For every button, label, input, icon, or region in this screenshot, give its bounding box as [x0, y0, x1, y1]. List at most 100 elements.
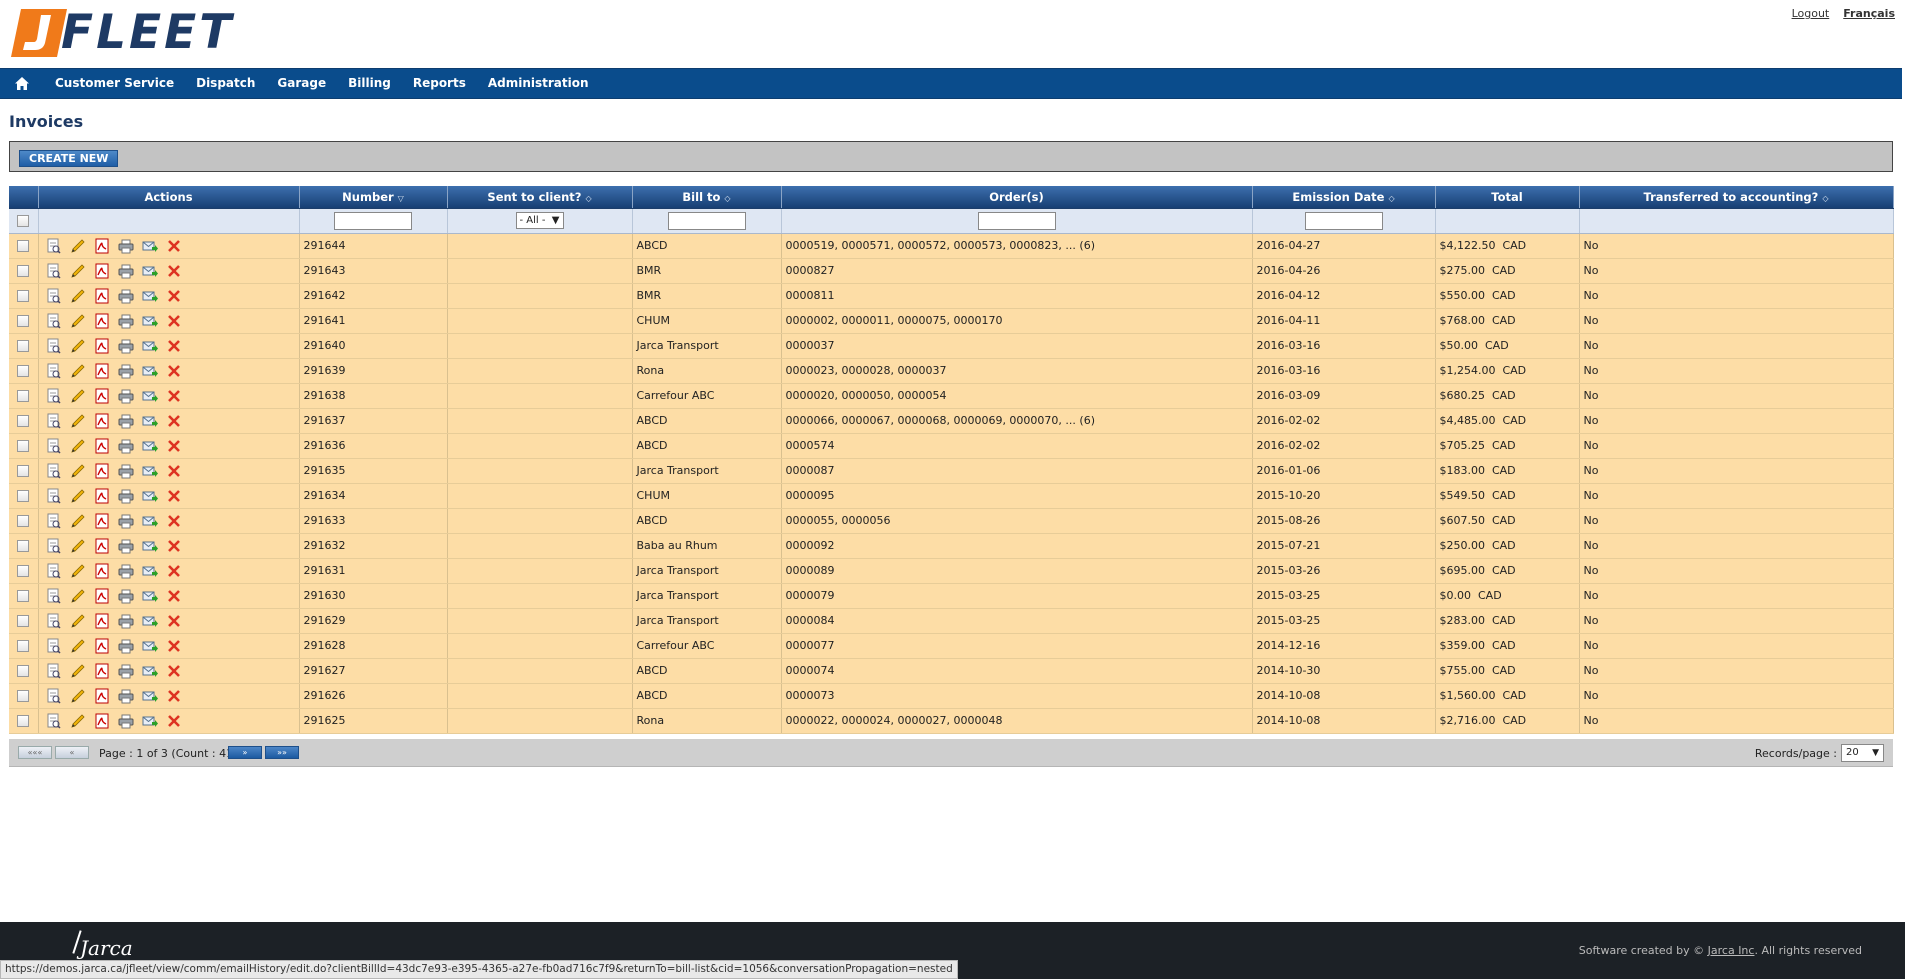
nav-customer-service[interactable]: Customer Service — [44, 69, 185, 98]
view-icon[interactable] — [45, 311, 64, 330]
table-row[interactable]: 291626 ABCD 0000073 2014-10-08 $1,560.00… — [9, 683, 1894, 709]
print-icon[interactable] — [117, 436, 136, 455]
print-icon[interactable] — [117, 336, 136, 355]
delete-icon[interactable] — [165, 286, 184, 305]
jfleet-logo[interactable]: FLEET — [11, 9, 234, 57]
view-icon[interactable] — [45, 536, 64, 555]
view-icon[interactable] — [45, 661, 64, 680]
date-filter-input[interactable] — [1304, 211, 1383, 230]
view-icon[interactable] — [45, 486, 64, 505]
edit-pencil-icon[interactable] — [69, 636, 88, 655]
table-row[interactable]: 291644 ABCD 0000519, 0000571, 0000572, 0… — [9, 233, 1894, 259]
table-row[interactable]: 291634 CHUM 0000095 2015-10-20 $549.50 C… — [9, 483, 1894, 509]
table-row[interactable]: 291640 Jarca Transport 0000037 2016-03-1… — [9, 333, 1894, 359]
pdf-icon[interactable] — [93, 336, 112, 355]
view-icon[interactable] — [45, 236, 64, 255]
table-row[interactable]: 291631 Jarca Transport 0000089 2015-03-2… — [9, 558, 1894, 584]
row-checkbox[interactable] — [17, 265, 30, 277]
row-checkbox[interactable] — [17, 690, 30, 702]
edit-pencil-icon[interactable] — [69, 436, 88, 455]
print-icon[interactable] — [117, 661, 136, 680]
email-send-icon[interactable] — [141, 311, 160, 330]
email-send-icon[interactable] — [141, 561, 160, 580]
pdf-icon[interactable] — [93, 661, 112, 680]
pdf-icon[interactable] — [93, 361, 112, 380]
view-icon[interactable] — [45, 511, 64, 530]
email-send-icon[interactable] — [141, 436, 160, 455]
email-send-icon[interactable] — [141, 386, 160, 405]
table-row[interactable]: 291632 Baba au Rhum 0000092 2015-07-21 $… — [9, 533, 1894, 559]
edit-pencil-icon[interactable] — [69, 586, 88, 605]
delete-icon[interactable] — [165, 486, 184, 505]
edit-pencil-icon[interactable] — [69, 361, 88, 380]
pdf-icon[interactable] — [93, 311, 112, 330]
pdf-icon[interactable] — [93, 636, 112, 655]
table-row[interactable]: 291627 ABCD 0000074 2014-10-30 $755.00 C… — [9, 658, 1894, 684]
view-icon[interactable] — [45, 261, 64, 280]
delete-icon[interactable] — [165, 386, 184, 405]
create-new-button[interactable]: CREATE NEW — [19, 150, 119, 167]
email-send-icon[interactable] — [141, 236, 160, 255]
pdf-icon[interactable] — [93, 561, 112, 580]
pdf-icon[interactable] — [93, 711, 112, 730]
view-icon[interactable] — [45, 286, 64, 305]
header-transferred[interactable]: Transferred to accounting? ◇ — [1579, 186, 1894, 209]
row-checkbox[interactable] — [17, 290, 30, 302]
print-icon[interactable] — [117, 311, 136, 330]
header-emission-date[interactable]: Emission Date ◇ — [1252, 186, 1436, 209]
delete-icon[interactable] — [165, 711, 184, 730]
header-sent-to-client[interactable]: Sent to client? ◇ — [447, 186, 633, 209]
print-icon[interactable] — [117, 361, 136, 380]
print-icon[interactable] — [117, 386, 136, 405]
table-row[interactable]: 291635 Jarca Transport 0000087 2016-01-0… — [9, 458, 1894, 484]
edit-pencil-icon[interactable] — [69, 411, 88, 430]
row-checkbox[interactable] — [17, 540, 30, 552]
print-icon[interactable] — [117, 686, 136, 705]
row-checkbox[interactable] — [17, 515, 30, 527]
delete-icon[interactable] — [165, 461, 184, 480]
pdf-icon[interactable] — [93, 486, 112, 505]
row-checkbox[interactable] — [17, 465, 30, 477]
edit-pencil-icon[interactable] — [69, 236, 88, 255]
edit-pencil-icon[interactable] — [69, 486, 88, 505]
delete-icon[interactable] — [165, 436, 184, 455]
row-checkbox[interactable] — [17, 315, 30, 327]
nav-garage[interactable]: Garage — [266, 69, 337, 98]
delete-icon[interactable] — [165, 586, 184, 605]
email-send-icon[interactable] — [141, 611, 160, 630]
print-icon[interactable] — [117, 711, 136, 730]
delete-icon[interactable] — [165, 511, 184, 530]
edit-pencil-icon[interactable] — [69, 686, 88, 705]
print-icon[interactable] — [117, 586, 136, 605]
delete-icon[interactable] — [165, 261, 184, 280]
delete-icon[interactable] — [165, 661, 184, 680]
view-icon[interactable] — [45, 436, 64, 455]
view-icon[interactable] — [45, 711, 64, 730]
view-icon[interactable] — [45, 611, 64, 630]
table-row[interactable]: 291643 BMR 0000827 2016-04-26 $275.00 CA… — [9, 258, 1894, 284]
email-send-icon[interactable] — [141, 286, 160, 305]
print-icon[interactable] — [117, 511, 136, 530]
table-row[interactable]: 291628 Carrefour ABC 0000077 2014-12-16 … — [9, 633, 1894, 659]
email-send-icon[interactable] — [141, 486, 160, 505]
email-send-icon[interactable] — [141, 536, 160, 555]
email-send-icon[interactable] — [141, 261, 160, 280]
delete-icon[interactable] — [165, 536, 184, 555]
delete-icon[interactable] — [165, 636, 184, 655]
home-icon[interactable] — [0, 69, 44, 98]
nav-reports[interactable]: Reports — [402, 69, 477, 98]
edit-pencil-icon[interactable] — [69, 536, 88, 555]
pdf-icon[interactable] — [93, 436, 112, 455]
row-checkbox[interactable] — [17, 365, 30, 377]
orders-filter-input[interactable] — [977, 211, 1056, 230]
row-checkbox[interactable] — [17, 390, 30, 402]
email-send-icon[interactable] — [141, 586, 160, 605]
print-icon[interactable] — [117, 611, 136, 630]
table-row[interactable]: 291638 Carrefour ABC 0000020, 0000050, 0… — [9, 383, 1894, 409]
print-icon[interactable] — [117, 561, 136, 580]
email-send-icon[interactable] — [141, 636, 160, 655]
table-row[interactable]: 291636 ABCD 0000574 2016-02-02 $705.25 C… — [9, 433, 1894, 459]
table-row[interactable]: 291629 Jarca Transport 0000084 2015-03-2… — [9, 608, 1894, 634]
view-icon[interactable] — [45, 361, 64, 380]
print-icon[interactable] — [117, 286, 136, 305]
